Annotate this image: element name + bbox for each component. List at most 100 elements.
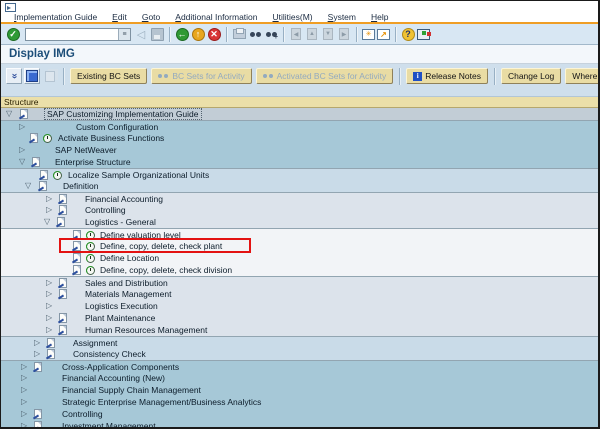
command-input[interactable] [26, 29, 118, 40]
tree-node-label[interactable]: Controlling [62, 409, 103, 419]
tree-node-label[interactable]: Define Location [100, 253, 159, 263]
menu-help[interactable]: Help [371, 13, 388, 22]
tree-node-label[interactable]: Strategic Enterprise Management/Business… [62, 397, 261, 407]
expand-node-icon[interactable]: ▷ [21, 421, 27, 427]
change-log-button[interactable]: Change Log [501, 68, 561, 84]
release-notes-button[interactable]: iRelease Notes [406, 68, 488, 84]
tree-node-label[interactable]: Define, copy, delete, check division [100, 265, 232, 275]
tree-node-label[interactable]: Materials Management [85, 289, 171, 299]
tree-node-label[interactable]: SAP NetWeaver [55, 145, 117, 155]
expand-node-icon[interactable]: ▷ [34, 338, 40, 348]
img-activity-doc-icon[interactable] [59, 205, 67, 215]
menu-edit[interactable]: Edit [112, 13, 127, 22]
menu-additional-information[interactable]: Additional Information [175, 13, 257, 22]
tree-node-label[interactable]: Define valuation level [100, 230, 181, 240]
execute-activity-clock-icon[interactable] [43, 134, 52, 143]
collapse-node-icon[interactable]: ▽ [44, 217, 50, 227]
expand-node-icon[interactable]: ▷ [46, 205, 52, 215]
tree-node-label[interactable]: SAP Customizing Implementation Guide [45, 109, 201, 119]
img-activity-doc-icon[interactable] [32, 157, 40, 167]
help-icon[interactable]: ? [401, 27, 415, 41]
tree-node-label[interactable]: Logistics Execution [85, 301, 158, 311]
back-icon[interactable]: ← [175, 27, 189, 41]
nav-back-icon[interactable]: ◁ [134, 27, 148, 41]
cancel-icon[interactable]: ✕ [207, 27, 221, 41]
execute-activity-clock-icon[interactable] [86, 242, 95, 251]
command-field[interactable]: ≡ [25, 28, 131, 41]
first-page-icon[interactable]: ◀ [289, 27, 303, 41]
img-activity-doc-icon[interactable] [73, 241, 81, 251]
img-activity-doc-icon[interactable] [40, 170, 48, 180]
where-else-used-button[interactable]: Where Else Used [565, 68, 600, 84]
collapse-node-icon[interactable]: ▽ [25, 181, 31, 191]
existing-bc-sets-button[interactable]: Existing BC Sets [70, 68, 147, 84]
menu-implementation-guide[interactable]: Implementation Guide [14, 13, 97, 22]
position-node-icon[interactable] [24, 68, 40, 84]
tree-node-label[interactable]: Enterprise Structure [55, 157, 131, 167]
tree-node-label[interactable]: Custom Configuration [76, 122, 158, 132]
tree-node-label[interactable]: Financial Accounting (New) [62, 373, 165, 383]
page-up-icon[interactable]: ▲ [305, 27, 319, 41]
tree-node-label[interactable]: Financial Supply Chain Management [62, 385, 201, 395]
execute-activity-clock-icon[interactable] [53, 171, 62, 180]
img-activity-doc-icon[interactable] [34, 421, 42, 427]
tree-node-label[interactable]: Controlling [85, 205, 126, 215]
expand-node-icon[interactable]: ▷ [46, 289, 52, 299]
img-activity-doc-icon[interactable] [47, 349, 55, 359]
img-activity-doc-icon[interactable] [73, 230, 81, 240]
create-shortcut-icon[interactable] [377, 29, 390, 40]
new-session-icon[interactable] [362, 29, 375, 40]
print-icon[interactable] [232, 27, 246, 41]
expand-tree-icon[interactable]: » [6, 68, 22, 84]
tree-node-label[interactable]: Sales and Distribution [85, 278, 168, 288]
expand-node-icon[interactable]: ▷ [21, 397, 27, 407]
img-activity-doc-icon[interactable] [30, 133, 38, 143]
enter-icon[interactable]: ✓ [6, 27, 20, 41]
img-activity-doc-icon[interactable] [59, 289, 67, 299]
expand-node-icon[interactable]: ▷ [19, 145, 25, 155]
execute-activity-clock-icon[interactable] [86, 254, 95, 263]
tree-node-label[interactable]: Cross-Application Components [62, 362, 179, 372]
activated-bc-sets-for-activity-button[interactable]: Activated BC Sets for Activity [256, 68, 394, 84]
exit-icon[interactable]: ↑ [191, 27, 205, 41]
customize-layout-icon[interactable] [417, 29, 430, 40]
img-activity-doc-icon[interactable] [59, 194, 67, 204]
tree-node-label[interactable]: Financial Accounting [85, 194, 163, 204]
expand-node-icon[interactable]: ▷ [21, 373, 27, 383]
tree-node-label[interactable]: Definition [63, 181, 98, 191]
menu-utilities-m-[interactable]: Utilities(M) [273, 13, 313, 22]
img-activity-doc-icon[interactable] [47, 338, 55, 348]
menu-goto[interactable]: Goto [142, 13, 160, 22]
tree-node-label[interactable]: Activate Business Functions [58, 133, 164, 143]
tree-node-label[interactable]: Human Resources Management [85, 325, 207, 335]
img-activity-doc-icon[interactable] [59, 278, 67, 288]
img-activity-doc-icon[interactable] [39, 181, 47, 191]
expand-node-icon[interactable]: ▷ [46, 301, 52, 311]
find-icon[interactable] [248, 27, 262, 41]
execute-activity-clock-icon[interactable] [86, 231, 95, 240]
tree-node-label[interactable]: Plant Maintenance [85, 313, 155, 323]
tree-node-label[interactable]: Logistics - General [85, 217, 156, 227]
tree-node-label[interactable]: Investment Management [62, 421, 156, 427]
expand-node-icon[interactable]: ▷ [21, 362, 27, 372]
page-down-icon[interactable]: ▼ [321, 27, 335, 41]
find-next-icon[interactable] [264, 27, 278, 41]
execute-activity-clock-icon[interactable] [86, 266, 95, 275]
img-activity-doc-icon[interactable] [57, 217, 65, 227]
img-activity-doc-icon[interactable] [73, 253, 81, 263]
expand-node-icon[interactable]: ▷ [19, 122, 25, 132]
last-page-icon[interactable]: ▶ [337, 27, 351, 41]
img-activity-doc-icon[interactable] [34, 362, 42, 372]
expand-node-icon[interactable]: ▷ [21, 385, 27, 395]
img-activity-doc-icon[interactable] [59, 313, 67, 323]
img-activity-doc-icon[interactable] [34, 409, 42, 419]
expand-node-icon[interactable]: ▷ [46, 278, 52, 288]
expand-node-icon[interactable]: ▷ [46, 194, 52, 204]
command-history-icon[interactable]: ≡ [118, 29, 130, 40]
menu-system[interactable]: System [328, 13, 356, 22]
expand-node-icon[interactable]: ▷ [34, 349, 40, 359]
tree-node-label[interactable]: Assignment [73, 338, 117, 348]
save-icon[interactable] [150, 27, 164, 41]
img-activity-doc-icon[interactable] [73, 265, 81, 275]
bc-sets-for-activity-button[interactable]: BC Sets for Activity [151, 68, 251, 84]
